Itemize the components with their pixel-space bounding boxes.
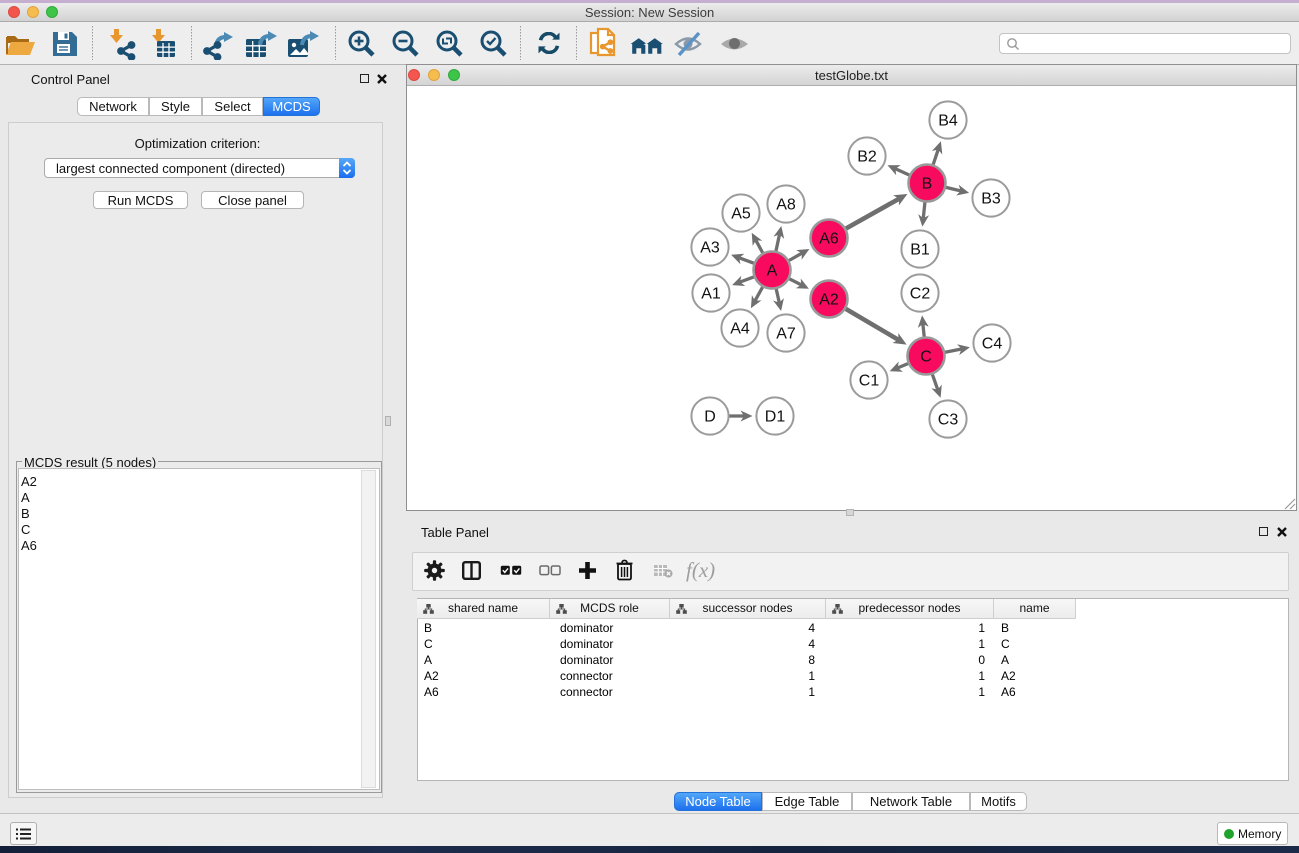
svg-text:A7: A7: [776, 326, 796, 343]
svg-text:A3: A3: [700, 240, 720, 257]
svg-text:B1: B1: [910, 242, 930, 259]
svg-text:B2: B2: [857, 149, 877, 166]
svg-text:A1: A1: [701, 286, 721, 303]
svg-text:B4: B4: [938, 113, 958, 130]
svg-text:B3: B3: [981, 191, 1001, 208]
svg-text:A: A: [767, 263, 778, 280]
svg-text:A5: A5: [731, 206, 751, 223]
svg-text:C1: C1: [859, 373, 880, 390]
svg-text:B: B: [922, 176, 933, 193]
svg-text:A4: A4: [730, 321, 750, 338]
svg-text:D1: D1: [765, 409, 786, 426]
svg-text:A2: A2: [819, 292, 839, 309]
svg-text:A6: A6: [819, 231, 839, 248]
svg-text:C4: C4: [982, 336, 1003, 353]
svg-text:C: C: [920, 349, 932, 366]
svg-text:C3: C3: [938, 412, 959, 429]
svg-text:D: D: [704, 409, 716, 426]
svg-text:C2: C2: [910, 286, 931, 303]
svg-text:A8: A8: [776, 197, 796, 214]
